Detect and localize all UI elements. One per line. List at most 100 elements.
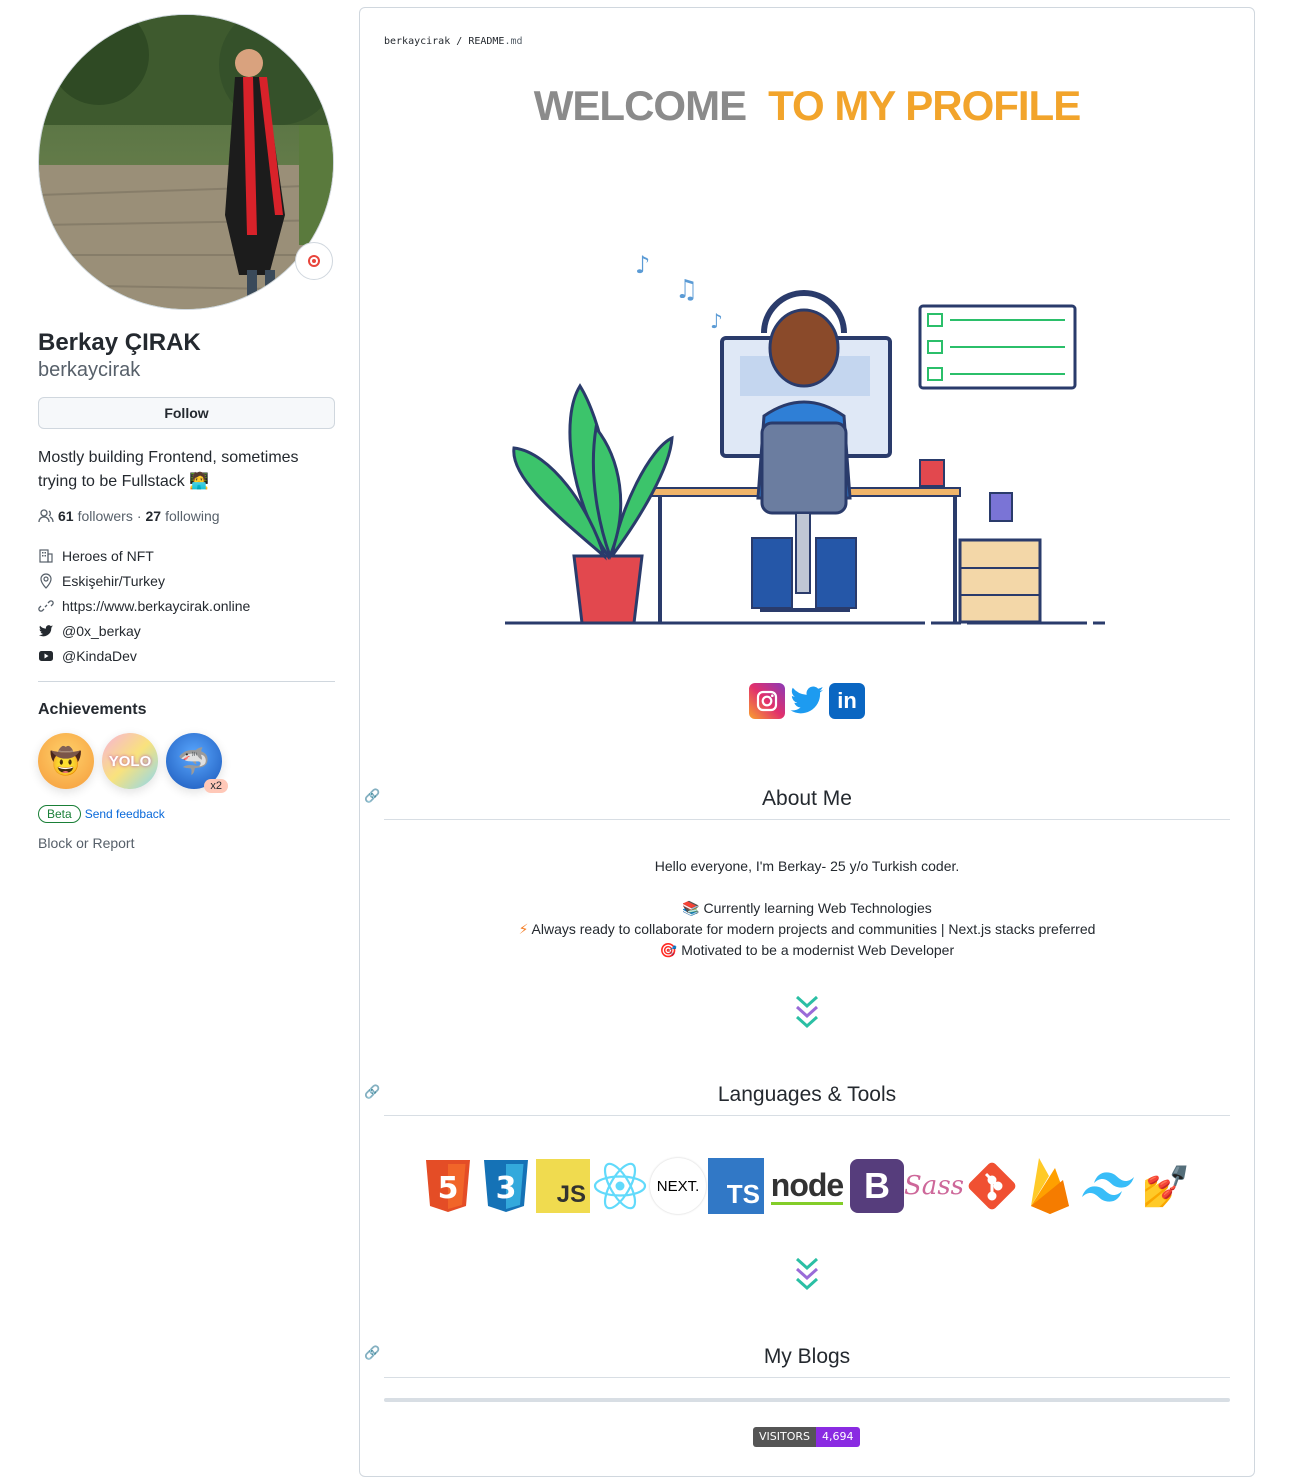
firebase-icon[interactable] [1022,1158,1078,1214]
target-icon: 🎯 [659,942,678,958]
linkedin-icon[interactable]: in [829,683,865,719]
crumb-separator: / [456,36,463,47]
detail-website[interactable]: https://www.berkaycirak.online [38,593,336,618]
bootstrap-label: B [864,1165,890,1206]
profile-sidebar: Berkay ÇIRAK berkaycirak Follow Mostly b… [38,14,336,851]
react-icon[interactable] [592,1158,648,1214]
welcome-banner: WELCOME TO MY PROFILE [360,82,1254,130]
crumb-extension: .md [504,36,523,47]
blogs-anchor-link-icon[interactable]: 🔗 [364,1345,380,1361]
about-line-1: Currently learning Web Technologies [703,900,932,916]
lightning-icon: ⚡ [518,921,529,937]
nextjs-icon[interactable]: NEXT. [650,1158,706,1214]
people-icon [38,509,54,523]
svg-text:♪: ♪ [710,309,723,333]
nail-polish-icon[interactable]: 💅 [1138,1158,1194,1214]
readme-breadcrumb: berkaycirak / README.md [384,36,523,47]
profile-fullname: Berkay ÇIRAK [38,329,201,356]
achievement-quickdraw-cowboy-icon[interactable]: 🤠 [38,733,94,789]
visitors-count: 4,694 [816,1427,860,1447]
svg-text:♪: ♪ [635,251,650,279]
nodejs-icon[interactable]: node [766,1158,848,1214]
achievement-multiplier: x2 [204,779,228,793]
about-line-2: Always ready to collaborate for modern p… [531,921,1096,937]
send-feedback-link[interactable]: Send feedback [85,807,165,821]
follow-button[interactable]: Follow [38,397,335,429]
crumb-file[interactable]: README [468,36,504,47]
youtube-icon [38,648,54,664]
javascript-label: JS [556,1181,586,1208]
avatar-container [38,14,334,310]
profile-details: Heroes of NFT Eskişehir/Turkey https://w… [38,543,336,668]
nextjs-label: NEXT. [656,1177,700,1195]
svg-text:3: 3 [496,1171,517,1206]
about-anchor-link-icon[interactable]: 🔗 [364,788,380,804]
twitter-bird-icon[interactable] [789,683,825,719]
achievement-yolo-icon[interactable]: YOLO [102,733,158,789]
svg-text:5: 5 [438,1171,459,1206]
git-icon[interactable] [964,1158,1020,1214]
profile-bio: Mostly building Frontend, sometimes tryi… [38,446,328,494]
avatar[interactable] [38,14,334,310]
bootstrap-icon[interactable]: B [850,1159,904,1213]
typescript-icon[interactable]: TS [708,1158,764,1214]
link-icon [38,598,54,614]
detail-youtube[interactable]: @KindaDev [38,643,336,668]
typescript-label: TS [726,1179,760,1209]
about-heading: About Me [384,787,1230,820]
html5-icon[interactable]: 5 [420,1158,476,1214]
bio-text: Mostly building Frontend, sometimes tryi… [38,449,299,490]
tools-icons: 5 3 JS NEXT. TS node B Sass 💅 [420,1158,1194,1214]
followers-count[interactable]: 61 [58,508,74,524]
css3-icon[interactable]: 3 [478,1158,534,1214]
technologist-emoji-icon: 🧑‍💻 [189,473,210,490]
visitors-badge: VISITORS 4,694 [753,1427,860,1447]
welcome-gray-text: WELCOME [533,82,747,129]
following-label[interactable]: following [165,508,219,524]
sass-icon[interactable]: Sass [904,1158,964,1214]
tailwind-icon[interactable] [1080,1158,1136,1214]
status-target-icon[interactable] [295,242,333,280]
twitter-handle[interactable]: @0x_berkay [62,623,141,639]
website-link[interactable]: https://www.berkaycirak.online [62,598,250,614]
detail-twitter[interactable]: @0x_berkay [38,618,336,643]
block-report-link[interactable]: Block or Report [38,835,336,851]
svg-text:♫: ♫ [675,275,698,305]
organization-icon [38,548,54,564]
social-links: in [749,683,865,719]
follow-stats: 61 followers · 27 following [38,508,336,524]
detail-location: Eskişehir/Turkey [38,568,336,593]
detail-company: Heroes of NFT [38,543,336,568]
crumb-user[interactable]: berkaycirak [384,36,450,47]
developer-illustration: ♪ ♫ ♪ [500,238,1110,638]
twitter-icon [38,623,54,639]
welcome-orange-text: TO MY PROFILE [768,82,1081,129]
follow-separator: · [136,508,142,524]
about-collaborate-line: ⚡ Always ready to collaborate for modern… [360,919,1254,940]
location-text: Eskişehir/Turkey [62,572,165,589]
achievement-pull-shark-icon[interactable]: 🦈 x2 [166,733,228,793]
blogs-divider [384,1398,1230,1402]
scroll-down-chevron-icon [795,995,819,1029]
javascript-icon[interactable]: JS [536,1159,590,1213]
company-text: Heroes of NFT [62,547,154,564]
readme-card: berkaycirak / README.md WELCOME TO MY PRO… [359,7,1255,1477]
location-icon [38,572,54,589]
about-learning-line: 📚 Currently learning Web Technologies [360,898,1254,919]
achievements-title[interactable]: Achievements [38,701,336,719]
achievements-list: 🤠 YOLO 🦈 x2 [38,733,336,793]
visitors-label: VISITORS [753,1427,816,1447]
scroll-down-chevron-icon-2 [795,1257,819,1291]
beta-feedback: Beta Send feedback [38,805,336,823]
youtube-handle[interactable]: @KindaDev [62,648,137,664]
beta-badge: Beta [38,805,81,823]
tools-anchor-link-icon[interactable]: 🔗 [364,1084,380,1100]
nodejs-label: node [770,1166,844,1205]
sass-label: Sass [904,1171,964,1201]
books-icon: 📚 [682,900,700,916]
followers-label[interactable]: followers [78,508,133,524]
following-count[interactable]: 27 [146,508,162,524]
about-line-3: Motivated to be a modernist Web Develope… [681,942,955,958]
sidebar-divider [38,681,335,682]
instagram-icon[interactable] [749,683,785,719]
